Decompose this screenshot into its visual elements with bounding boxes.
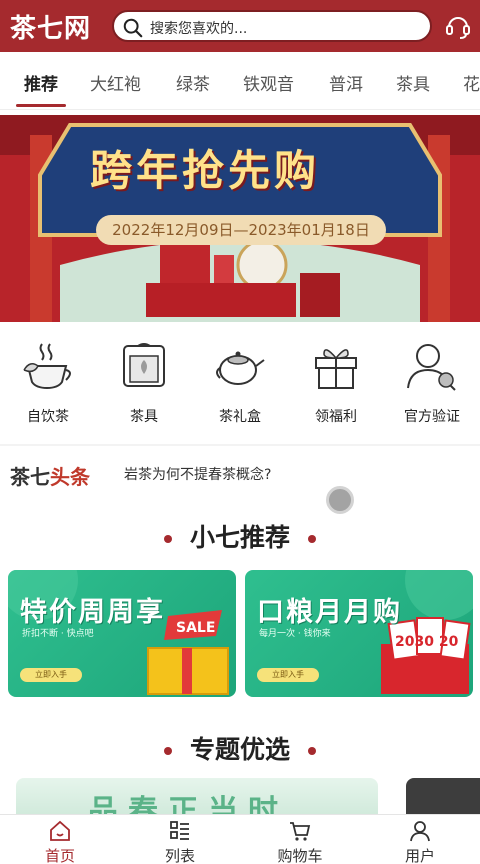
home-icon [50,820,70,841]
tab-puer[interactable]: 普洱 [329,70,363,95]
nav-cart[interactable]: 购物车 [240,815,360,864]
list-icon [170,821,189,840]
shortcut-verify[interactable]: 官方验证 [384,332,480,442]
promo-buy-button[interactable]: 立即入手 [257,668,319,682]
tab-flower[interactable]: 花 [463,70,480,95]
sale-tag-text: SALE [176,620,215,636]
nav-label: 购物车 [277,847,323,864]
shortcut-welfare[interactable]: 领福利 [288,332,384,442]
tab-green-tea[interactable]: 绿茶 [176,70,210,95]
shortcut-self-drink[interactable]: 自饮茶 [0,332,96,442]
shortcut-gift-box[interactable]: 茶礼盒 [192,332,288,442]
gift-icon [315,349,357,389]
search-placeholder: 搜索您喜欢的... [150,21,248,37]
tab-recommend[interactable]: 推荐 [24,70,58,95]
nav-home[interactable]: 首页 [0,815,120,864]
teacup-icon [23,343,71,390]
promo-banner[interactable]: 跨年抢先购 2022年12月09日—2023年01月18日 [0,115,480,322]
nav-label: 列表 [164,847,195,864]
title-dot-left [163,747,172,755]
promo-card-monthly[interactable]: 2030 20 口粮月月购 每月一次 · 钱你来 立即入手 [245,570,473,697]
shortcut-teaware[interactable]: 茶具 [96,332,192,442]
section-divider [0,444,480,446]
search-icon [123,18,143,38]
bottom-navigation: 首页 列表 购物车 用户 [0,814,480,864]
banner-date-range: 2022年12月09日—2023年01月18日 [96,215,386,245]
topics-section-title: 专题优选 [0,730,480,766]
title-dot-right [308,747,316,755]
shortcut-label: 茶礼盒 [219,409,261,425]
verified-user-icon [407,344,456,391]
title-dot-left [163,535,172,543]
nav-user[interactable]: 用户 [360,815,480,864]
headline-news-link[interactable]: 岩茶为何不提春茶概念? [124,464,271,484]
category-shortcuts: 自饮茶 茶具 茶礼盒 领福利 官方验证 [0,332,480,442]
recommend-section-title: 小七推荐 [0,518,480,554]
top-header: 茶七网 搜索您喜欢的... [0,0,480,52]
banner-title: 跨年抢先购 [90,146,321,195]
teapot-icon [216,351,265,385]
cart-icon [290,822,311,841]
headline-logo-part2: 头条 [50,465,90,489]
promo-card-weekly[interactable]: SALE 特价周周享 折扣不断 · 快点吧 立即入手 [8,570,236,697]
tea-box-icon [123,343,165,387]
recommend-title-text: 小七推荐 [189,523,290,552]
tab-teaware[interactable]: 茶具 [396,70,430,95]
user-icon [410,821,430,842]
nav-list[interactable]: 列表 [120,815,240,864]
topic-card-next[interactable] [406,778,480,818]
promo-subtitle: 折扣不断 · 快点吧 [22,629,94,639]
tab-dahongpao[interactable]: 大红袍 [90,70,141,95]
promo-buy-button[interactable]: 立即入手 [20,668,82,682]
customer-service-icon[interactable] [444,12,472,40]
headline-logo: 茶七头条 [10,461,90,490]
topics-title-text: 专题优选 [189,735,290,764]
topic-card-spring[interactable]: 品春正当时 [16,778,378,818]
nav-label: 首页 [44,847,75,864]
touch-indicator [326,486,354,514]
promo-title: 特价周周享 [20,597,165,628]
active-tab-indicator [16,104,66,107]
nav-label: 用户 [404,847,435,864]
category-tabs: 推荐 大红袍 绿茶 铁观音 普洱 茶具 花 [0,52,480,110]
tab-tieguanyin[interactable]: 铁观音 [243,70,294,95]
promo-title: 口粮月月购 [257,597,402,628]
shortcut-label: 茶具 [130,409,158,425]
shortcut-label: 领福利 [315,409,357,425]
search-bar[interactable]: 搜索您喜欢的... [112,10,432,42]
coupon-tag-text: 2030 20 [395,634,459,650]
title-dot-right [308,535,316,543]
headline-logo-part1: 茶七 [10,465,50,489]
shortcut-label: 自饮茶 [27,409,69,425]
site-logo[interactable]: 茶七网 [10,8,91,45]
promo-subtitle: 每月一次 · 钱你来 [259,629,331,639]
shortcut-label: 官方验证 [404,409,460,425]
